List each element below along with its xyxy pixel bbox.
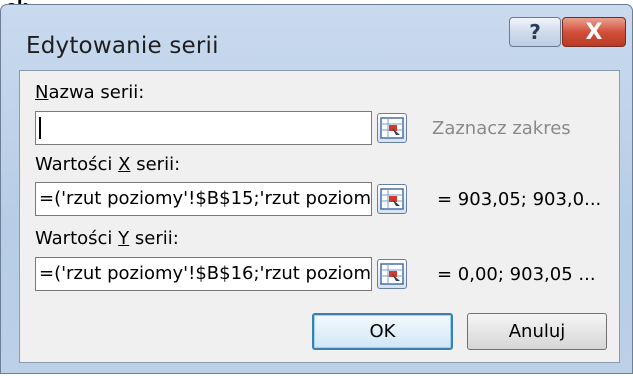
close-icon: X	[585, 19, 603, 45]
series-name-label: Nazwa serii:	[35, 82, 145, 103]
x-values-range-button[interactable]	[377, 184, 407, 214]
ok-button[interactable]: OK	[312, 313, 453, 350]
collapse-dialog-icon	[380, 263, 404, 285]
collapse-dialog-icon	[380, 117, 404, 139]
help-icon: ?	[529, 20, 541, 44]
text-caret	[39, 117, 41, 139]
y-values-range-button[interactable]	[377, 259, 407, 289]
y-values-input[interactable]: =('rzut poziomy'!$B$16;'rzut poziom	[35, 257, 372, 291]
x-values-input[interactable]: =('rzut poziomy'!$B$15;'rzut poziom	[35, 182, 372, 216]
help-button[interactable]: ?	[509, 17, 561, 47]
dialog-body: Nazwa serii: Zaznacz zakres Wartości X s…	[19, 70, 620, 363]
series-name-preview: Zaznacz zakres	[432, 118, 571, 139]
y-values-label: Wartości Y serii:	[35, 228, 179, 249]
series-name-input[interactable]	[35, 111, 372, 145]
x-values-preview: = 903,05; 903,0...	[437, 189, 602, 210]
close-button[interactable]: X	[562, 17, 626, 47]
series-name-range-button[interactable]	[377, 113, 407, 143]
cancel-button[interactable]: Anuluj	[467, 313, 607, 350]
dialog-title: Edytowanie serii	[26, 33, 219, 59]
collapse-dialog-icon	[380, 188, 404, 210]
y-values-preview: = 0,00; 903,05 ...	[437, 264, 596, 285]
x-values-label: Wartości X serii:	[35, 154, 181, 175]
